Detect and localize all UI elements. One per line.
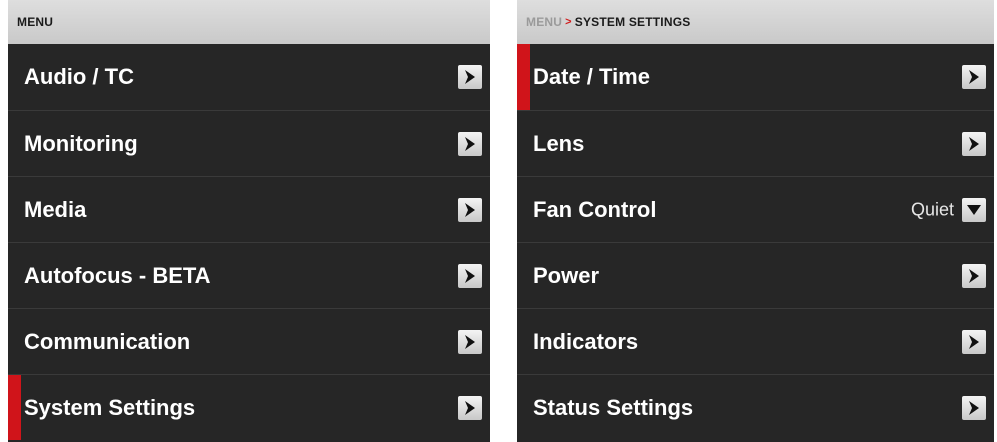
- selection-indicator: [517, 44, 530, 110]
- menu-item-autofocus-beta[interactable]: Autofocus - BETA: [8, 242, 490, 308]
- menu-item-system-settings[interactable]: System Settings: [8, 374, 490, 440]
- menu-item-label: Date / Time: [533, 64, 650, 89]
- chevron-right-icon[interactable]: [962, 131, 986, 156]
- fan-control-value: Quiet: [910, 199, 954, 219]
- main-menu-list: Audio / TC Monitoring Media Autofocus - …: [8, 44, 490, 440]
- menu-item-audio-tc[interactable]: Audio / TC: [8, 44, 490, 110]
- menu-item-label: Indicators: [533, 328, 639, 354]
- chevron-right-icon[interactable]: [458, 395, 482, 420]
- menu-item-label: Autofocus - BETA: [24, 262, 211, 288]
- menu-title: MENU: [17, 15, 54, 29]
- chevron-right-icon[interactable]: [962, 65, 986, 89]
- chevron-right-icon[interactable]: [458, 329, 482, 354]
- chevron-right-icon[interactable]: [962, 395, 986, 420]
- menu-item-status-settings[interactable]: Status Settings: [517, 374, 994, 440]
- menu-header: MENU: [8, 0, 490, 44]
- menu-item-fan-control[interactable]: Fan Control Quiet: [517, 176, 994, 242]
- menu-item-indicators[interactable]: Indicators: [517, 308, 994, 374]
- chevron-right-icon[interactable]: [458, 131, 482, 156]
- chevron-right-icon[interactable]: [458, 263, 482, 288]
- system-settings-list: Date / Time Lens Fan Control Quiet Power: [517, 44, 994, 440]
- menu-item-communication[interactable]: Communication: [8, 308, 490, 374]
- menu-item-label: Lens: [533, 130, 585, 156]
- menu-item-date-time[interactable]: Date / Time: [517, 44, 994, 110]
- selection-indicator: [8, 375, 21, 440]
- menu-item-monitoring[interactable]: Monitoring: [8, 110, 490, 176]
- menu-item-label: Status Settings: [533, 394, 694, 420]
- menu-item-label: Monitoring: [24, 130, 138, 156]
- breadcrumb: MENU > SYSTEM SETTINGS: [517, 0, 994, 44]
- menu-item-label: Power: [533, 262, 600, 288]
- menu-item-lens[interactable]: Lens: [517, 110, 994, 176]
- menu-item-label: System Settings: [24, 394, 196, 420]
- menu-item-media[interactable]: Media: [8, 176, 490, 242]
- breadcrumb-current: SYSTEM SETTINGS: [574, 15, 691, 29]
- breadcrumb-root[interactable]: MENU: [526, 15, 562, 29]
- chevron-right-icon[interactable]: [458, 197, 482, 222]
- chevron-right-icon[interactable]: [962, 263, 986, 288]
- main-menu-panel: MENU Audio / TC Monitoring Media Autofoc…: [8, 0, 490, 442]
- menu-item-label: Media: [24, 196, 87, 222]
- menu-item-label: Audio / TC: [24, 64, 134, 89]
- menu-item-label: Fan Control: [533, 196, 657, 222]
- chevron-right-icon[interactable]: [458, 65, 482, 89]
- breadcrumb-separator-icon: >: [565, 16, 572, 28]
- chevron-right-icon[interactable]: [962, 329, 986, 354]
- chevron-down-icon[interactable]: [962, 197, 986, 222]
- system-settings-panel: MENU > SYSTEM SETTINGS Date / Time Lens …: [517, 0, 994, 442]
- menu-item-power[interactable]: Power: [517, 242, 994, 308]
- menu-item-label: Communication: [24, 328, 191, 354]
